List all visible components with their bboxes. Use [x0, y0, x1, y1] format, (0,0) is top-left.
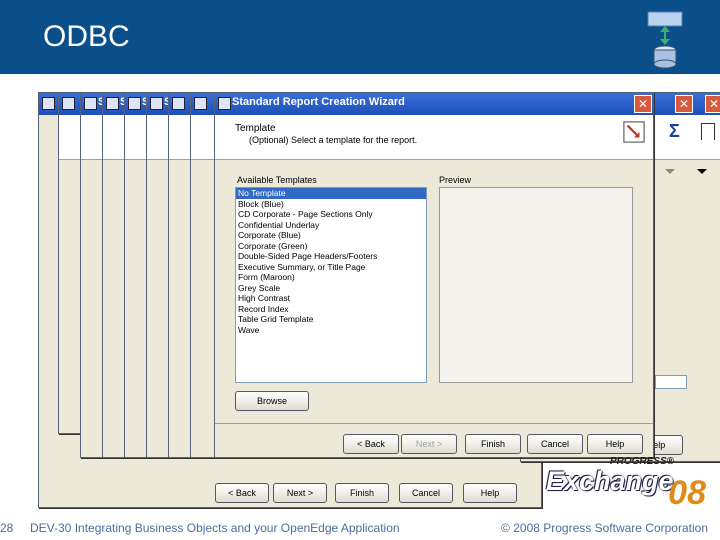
- template-list-item[interactable]: No Template: [236, 188, 426, 199]
- template-list-item[interactable]: CD Corporate - Page Sections Only: [236, 209, 426, 220]
- template-list-item[interactable]: Double-Sided Page Headers/Footers: [236, 251, 426, 262]
- back-button[interactable]: < Back: [343, 434, 399, 454]
- divider: [215, 423, 653, 424]
- next-button[interactable]: Next >: [273, 483, 327, 503]
- titlebar: Standard Report Creation Wizard: [215, 93, 653, 115]
- footer-copyright: © 2008 Progress Software Corporation: [501, 521, 708, 535]
- app-icon: [106, 97, 119, 110]
- app-icon: [172, 97, 185, 110]
- close-icon[interactable]: ✕: [675, 95, 693, 113]
- template-list-item[interactable]: Executive Summary, or Title Page: [236, 262, 426, 273]
- year-wordmark: 08: [668, 474, 706, 512]
- sum-icon[interactable]: Σ: [669, 121, 680, 142]
- template-list-item[interactable]: Grey Scale: [236, 283, 426, 294]
- wizard-header: Template (Optional) Select a template fo…: [215, 115, 653, 160]
- app-icon: [62, 97, 75, 110]
- scroll-field[interactable]: [655, 375, 687, 389]
- preview-pane: [439, 187, 633, 383]
- preview-label: Preview: [439, 175, 472, 185]
- app-icon: [128, 97, 141, 110]
- help-button[interactable]: Help: [587, 434, 643, 454]
- app-icon: [194, 97, 207, 110]
- template-list-item[interactable]: Wave: [236, 325, 426, 336]
- template-list-item[interactable]: Table Grid Template: [236, 314, 426, 325]
- finish-button[interactable]: Finish: [335, 483, 389, 503]
- cancel-button[interactable]: Cancel: [399, 483, 453, 503]
- report-wizard-icon: [623, 121, 645, 143]
- template-list-item[interactable]: Block (Blue): [236, 199, 426, 210]
- report-wizard-dialog: Standard Report Creation Wizard ✕ Templa…: [214, 92, 654, 458]
- dropdown-arrow-icon[interactable]: [697, 169, 707, 174]
- slide-header: ODBC: [0, 0, 720, 74]
- footer-session: DEV-30 Integrating Business Objects and …: [30, 521, 400, 535]
- app-icon: [150, 97, 163, 110]
- close-icon[interactable]: ✕: [634, 95, 652, 113]
- window-title: Standard Report Creation Wizard: [232, 96, 405, 108]
- section-subtitle: (Optional) Select a template for the rep…: [249, 135, 418, 145]
- layout-icon[interactable]: [701, 123, 715, 140]
- section-title: Template: [235, 123, 276, 134]
- finish-button[interactable]: Finish: [465, 434, 521, 454]
- template-list-item[interactable]: Confidential Underlay: [236, 220, 426, 231]
- template-list-item[interactable]: Corporate (Green): [236, 241, 426, 252]
- templates-listbox[interactable]: No Template Block (Blue) CD Corporate - Pa…: [235, 187, 427, 383]
- template-list-item[interactable]: High Contrast: [236, 293, 426, 304]
- dropdown-arrow-icon[interactable]: [665, 169, 675, 174]
- exchange-wordmark: Exchange: [546, 466, 674, 496]
- cancel-button[interactable]: Cancel: [527, 434, 583, 454]
- app-icon: [42, 97, 55, 110]
- app-icon: [218, 97, 231, 110]
- template-list-item[interactable]: Form (Maroon): [236, 272, 426, 283]
- help-button[interactable]: Help: [463, 483, 517, 503]
- back-button[interactable]: < Back: [215, 483, 269, 503]
- close-icon[interactable]: ✕: [705, 95, 720, 113]
- template-list-item[interactable]: Record Index: [236, 304, 426, 315]
- available-templates-label: Available Templates: [237, 175, 317, 185]
- exchange-08-logo: PROGRESS® Exchange 08: [540, 456, 708, 518]
- slide-title: ODBC: [43, 20, 130, 53]
- next-button[interactable]: Next >: [401, 434, 457, 454]
- app-icon: [84, 97, 97, 110]
- template-list-item[interactable]: Corporate (Blue): [236, 230, 426, 241]
- slide-number: 28: [0, 521, 14, 535]
- database-icon: [647, 11, 683, 69]
- browse-button[interactable]: Browse: [235, 391, 309, 411]
